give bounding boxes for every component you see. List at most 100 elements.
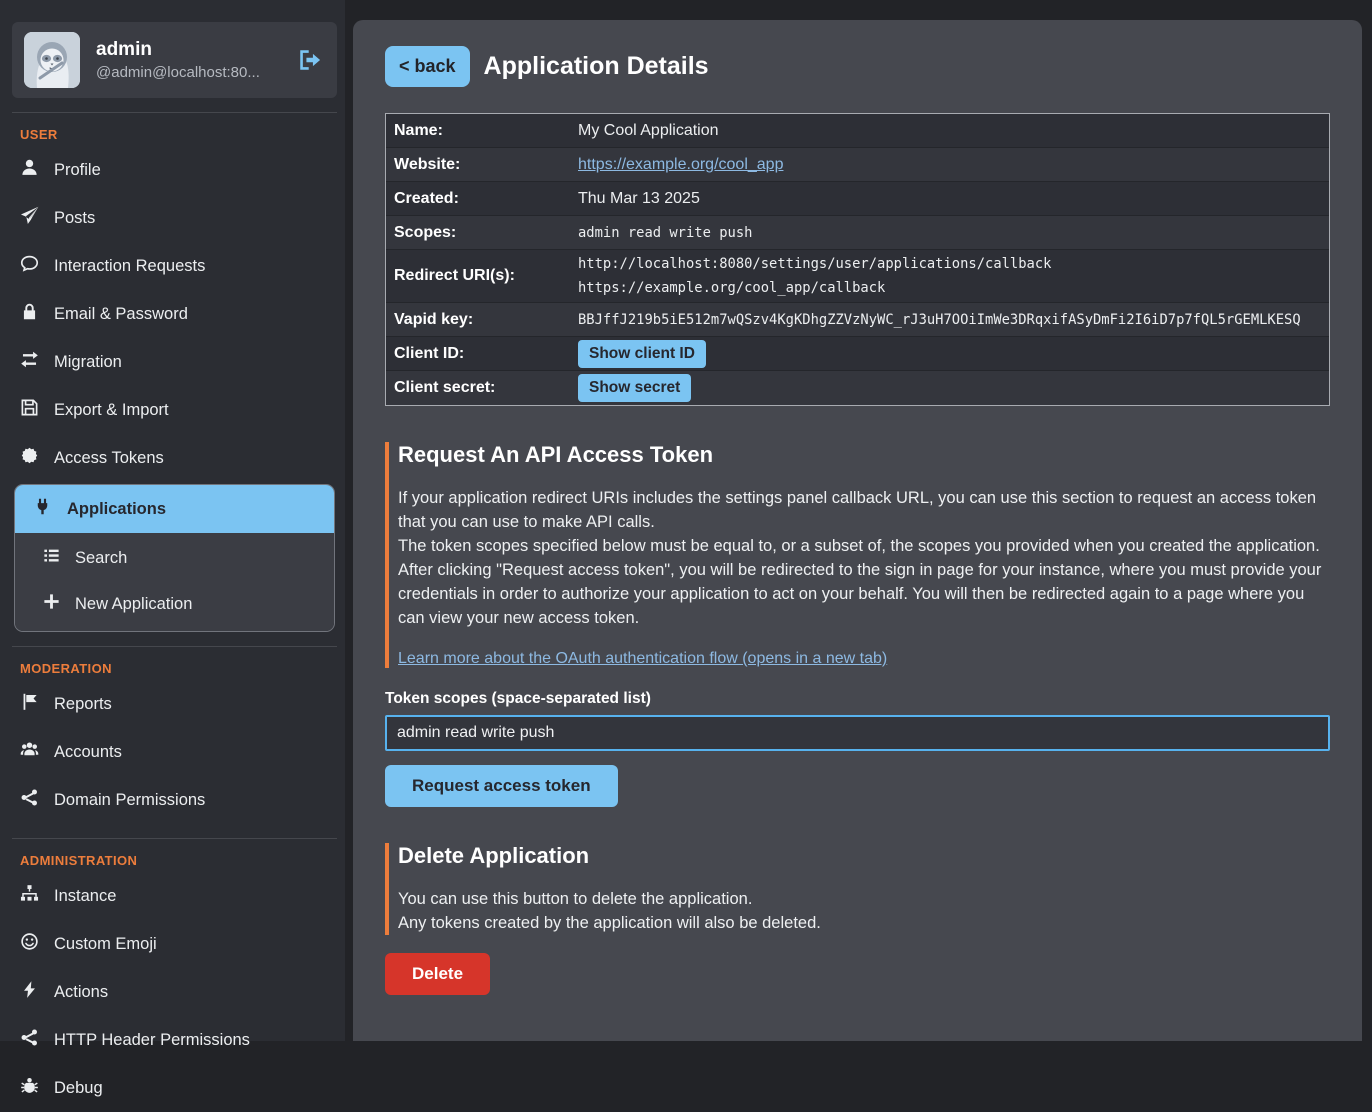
redirect-uri-1: http://localhost:8080/settings/user/appl… bbox=[578, 252, 1051, 276]
sidebar-section-user: USER bbox=[20, 127, 345, 142]
row-label: Scopes: bbox=[386, 224, 578, 242]
sidebar-item-label: New Application bbox=[75, 595, 192, 614]
row-label: Client secret: bbox=[386, 379, 578, 397]
user-handle: @admin@localhost:80... bbox=[96, 64, 260, 81]
row-label: Client ID: bbox=[386, 345, 578, 363]
delete-p2: Any tokens created by the application wi… bbox=[398, 911, 1330, 935]
request-token-title: Request An API Access Token bbox=[398, 442, 1330, 468]
request-token-p1: If your application redirect URIs includ… bbox=[398, 486, 1330, 534]
lock-icon bbox=[20, 302, 39, 326]
sidebar-item-label: Custom Emoji bbox=[54, 935, 157, 954]
sidebar: admin @admin@localhost:80... USER Profil… bbox=[0, 0, 345, 1041]
token-scopes-label: Token scopes (space-separated list) bbox=[385, 690, 1330, 708]
bug-icon bbox=[20, 1076, 39, 1100]
delete-application-description: You can use this button to delete the ap… bbox=[398, 887, 1330, 935]
show-client-id-button[interactable]: Show client ID bbox=[578, 340, 706, 368]
sidebar-item-label: Accounts bbox=[54, 743, 122, 762]
sidebar-item-applications-search[interactable]: Search bbox=[15, 535, 334, 581]
vapid-key-value: BBJffJ219b5iE512m7wQSzv4KgKDhgZZVzNyWC_r… bbox=[578, 312, 1301, 328]
sidebar-item-label: Posts bbox=[54, 209, 95, 228]
save-icon bbox=[20, 398, 39, 422]
sidebar-item-custom-emoji[interactable]: Custom Emoji bbox=[0, 920, 345, 968]
redirect-uris-value: http://localhost:8080/settings/user/appl… bbox=[578, 252, 1051, 300]
table-row-vapid-key: Vapid key: BBJffJ219b5iE512m7wQSzv4KgKDh… bbox=[386, 303, 1329, 337]
token-scopes-form: Token scopes (space-separated list) Requ… bbox=[385, 690, 1330, 807]
request-token-p3: After clicking "Request access token", y… bbox=[398, 558, 1330, 630]
sidebar-item-applications-new[interactable]: New Application bbox=[15, 581, 334, 627]
sidebar-item-label: Search bbox=[75, 549, 127, 568]
table-row-client-id: Client ID: Show client ID bbox=[386, 337, 1329, 371]
table-row-scopes: Scopes: admin read write push bbox=[386, 216, 1329, 250]
sidebar-section-moderation: MODERATION bbox=[20, 661, 345, 676]
sidebar-item-accounts[interactable]: Accounts bbox=[0, 728, 345, 776]
users-icon bbox=[20, 740, 39, 764]
oauth-docs-link[interactable]: Learn more about the OAuth authenticatio… bbox=[398, 650, 887, 668]
user-icon bbox=[20, 158, 39, 182]
delete-application-title: Delete Application bbox=[398, 843, 1330, 869]
table-row-created: Created: Thu Mar 13 2025 bbox=[386, 182, 1329, 216]
sidebar-item-http-header-permissions[interactable]: HTTP Header Permissions bbox=[0, 1016, 345, 1064]
sidebar-divider bbox=[12, 838, 337, 839]
request-token-description: If your application redirect URIs includ… bbox=[398, 486, 1330, 630]
sidebar-item-interaction-requests[interactable]: Interaction Requests bbox=[0, 242, 345, 290]
sidebar-item-applications[interactable]: Applications bbox=[15, 485, 334, 533]
request-access-token-button[interactable]: Request access token bbox=[385, 765, 618, 807]
token-scopes-input[interactable] bbox=[385, 715, 1330, 751]
sidebar-item-migration[interactable]: Migration bbox=[0, 338, 345, 386]
sidebar-item-access-tokens[interactable]: Access Tokens bbox=[0, 434, 345, 482]
sidebar-item-label: Export & Import bbox=[54, 401, 169, 420]
plus-icon bbox=[42, 592, 61, 616]
scopes-value: admin read write push bbox=[578, 225, 752, 241]
sidebar-item-email-password[interactable]: Email & Password bbox=[0, 290, 345, 338]
page-title: Application Details bbox=[484, 52, 709, 81]
plug-icon bbox=[33, 497, 52, 521]
share-nodes-icon bbox=[20, 1028, 39, 1052]
row-label: Name: bbox=[386, 122, 578, 140]
smiley-icon bbox=[20, 932, 39, 956]
sign-out-icon[interactable] bbox=[297, 47, 323, 73]
share-nodes-icon bbox=[20, 788, 39, 812]
sidebar-section-administration: ADMINISTRATION bbox=[20, 853, 345, 868]
sidebar-item-label: Access Tokens bbox=[54, 449, 164, 468]
sidebar-item-label: Actions bbox=[54, 983, 108, 1002]
delete-p1: You can use this button to delete the ap… bbox=[398, 887, 1330, 911]
table-row-name: Name: My Cool Application bbox=[386, 114, 1329, 148]
sidebar-item-label: Email & Password bbox=[54, 305, 188, 324]
show-secret-button[interactable]: Show secret bbox=[578, 374, 691, 402]
table-row-redirect-uris: Redirect URI(s): http://localhost:8080/s… bbox=[386, 250, 1329, 303]
request-token-p2: The token scopes specified below must be… bbox=[398, 534, 1330, 558]
row-label: Created: bbox=[386, 190, 578, 208]
flag-icon bbox=[20, 692, 39, 716]
sidebar-item-domain-permissions[interactable]: Domain Permissions bbox=[0, 776, 345, 824]
sidebar-item-debug[interactable]: Debug bbox=[0, 1064, 345, 1112]
sidebar-item-profile[interactable]: Profile bbox=[0, 146, 345, 194]
applications-submenu: Search New Application bbox=[15, 533, 334, 631]
row-label: Vapid key: bbox=[386, 311, 578, 329]
sidebar-item-export-import[interactable]: Export & Import bbox=[0, 386, 345, 434]
applications-block: Applications Search New Application bbox=[14, 484, 335, 632]
sidebar-item-label: Migration bbox=[54, 353, 122, 372]
delete-button[interactable]: Delete bbox=[385, 953, 490, 995]
website-link[interactable]: https://example.org/cool_app bbox=[578, 156, 783, 174]
row-label: Redirect URI(s): bbox=[386, 267, 578, 285]
paper-plane-icon bbox=[20, 206, 39, 230]
sidebar-item-instance[interactable]: Instance bbox=[0, 872, 345, 920]
sidebar-item-label: Applications bbox=[67, 500, 166, 519]
user-info: admin @admin@localhost:80... bbox=[96, 39, 260, 81]
created-value: Thu Mar 13 2025 bbox=[578, 190, 700, 208]
redirect-uri-2: https://example.org/cool_app/callback bbox=[578, 276, 1051, 300]
sidebar-item-actions[interactable]: Actions bbox=[0, 968, 345, 1016]
sidebar-item-posts[interactable]: Posts bbox=[0, 194, 345, 242]
avatar bbox=[24, 32, 80, 88]
row-label: Website: bbox=[386, 156, 578, 174]
certificate-icon bbox=[20, 446, 39, 470]
sidebar-item-label: Profile bbox=[54, 161, 101, 180]
back-button[interactable]: < back bbox=[385, 46, 470, 87]
sidebar-item-reports[interactable]: Reports bbox=[0, 680, 345, 728]
delete-application-section: Delete Application You can use this butt… bbox=[385, 843, 1330, 935]
application-details-table: Name: My Cool Application Website: https… bbox=[385, 113, 1330, 406]
request-token-section: Request An API Access Token If your appl… bbox=[385, 442, 1330, 668]
user-card[interactable]: admin @admin@localhost:80... bbox=[12, 22, 337, 98]
list-icon bbox=[42, 546, 61, 570]
sidebar-item-label: Debug bbox=[54, 1079, 103, 1098]
